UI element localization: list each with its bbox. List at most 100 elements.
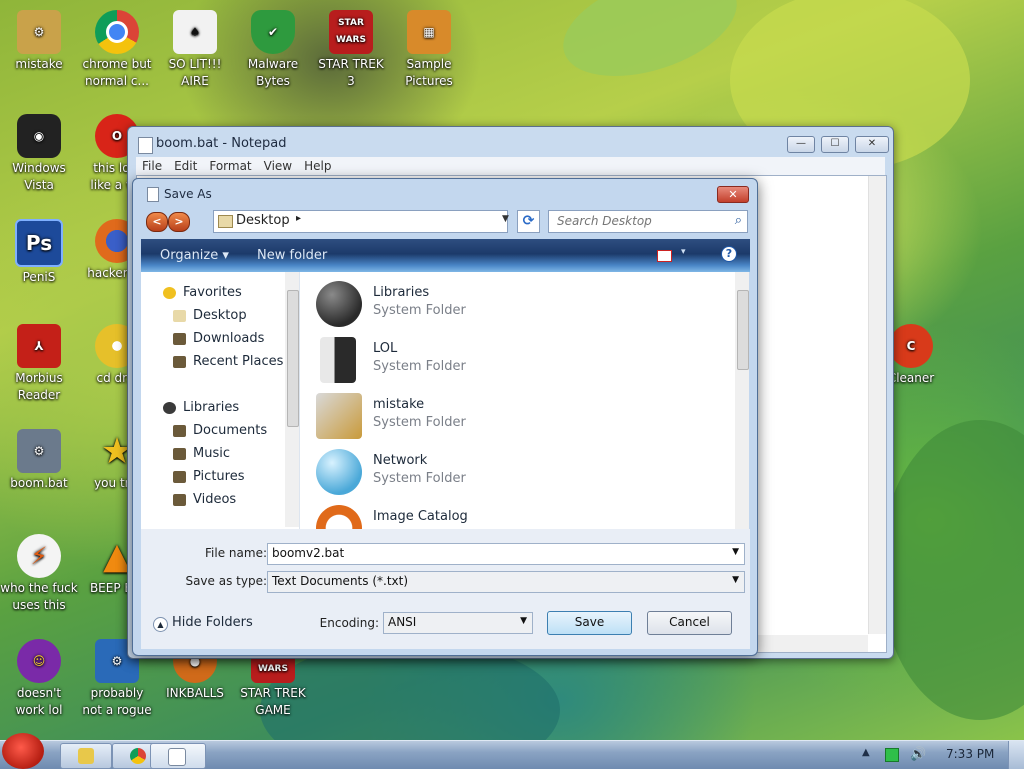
chevron-down-icon[interactable]: ▼ (732, 547, 739, 557)
chevron-down-icon: ▼ (732, 575, 739, 585)
star-icon (163, 287, 176, 299)
chrome-icon (130, 748, 146, 764)
menu-format[interactable]: Format (203, 157, 257, 175)
start-button[interactable] (2, 733, 44, 769)
file-list-scrollbar[interactable] (735, 272, 749, 529)
save-button[interactable]: Save (547, 611, 632, 635)
desktop-icon-windows-vista[interactable]: ◉ Windows Vista (0, 114, 78, 194)
save-as-dialog[interactable]: Save As ✕ < > Desktop ▸ ▼ ⟳ ⌕ Organize ▾… (132, 178, 758, 656)
pictures-folder-icon: ▦ (407, 10, 451, 54)
nav-documents[interactable]: Documents (173, 423, 267, 438)
save-as-type-select[interactable]: Text Documents (*.txt) ▼ (267, 571, 745, 593)
address-text: Desktop (236, 213, 290, 228)
folder-icon (173, 333, 186, 345)
folder-icon (173, 471, 186, 483)
taskbar-notepad-button[interactable] (150, 743, 206, 769)
file-name-field[interactable]: boomv2.bat ▼ (267, 543, 745, 565)
file-name-label: File name: (205, 546, 267, 560)
notepad-icon (138, 137, 153, 154)
folder-tools-icon: ⚙ (17, 10, 61, 54)
notepad-title: boom.bat - Notepad (156, 136, 287, 151)
chevron-down-icon[interactable]: ▼ (502, 214, 509, 224)
nav-pictures[interactable]: Pictures (173, 469, 244, 484)
image-catalog-icon (316, 505, 362, 529)
photoshop-icon: Ps (15, 219, 63, 267)
dialog-icon (147, 187, 159, 202)
tray-expand-icon[interactable]: ▲ (862, 747, 870, 758)
nav-favorites[interactable]: Favorites (163, 285, 242, 300)
nav-desktop[interactable]: Desktop (173, 308, 247, 323)
chevron-down-icon: ▼ (520, 616, 527, 626)
volume-icon[interactable]: 🔊 (910, 747, 926, 762)
minimize-button[interactable]: — (787, 136, 815, 153)
nav-downloads[interactable]: Downloads (173, 331, 264, 346)
winamp-icon: ⚡ (17, 534, 61, 578)
address-bar[interactable]: Desktop ▸ ▼ (213, 210, 509, 233)
breadcrumb-arrow-icon[interactable]: ▸ (296, 213, 301, 224)
dialog-close-button[interactable]: ✕ (717, 186, 749, 203)
hide-folders-button[interactable]: ▲ Hide Folders (153, 615, 253, 632)
taskbar-explorer-button[interactable] (60, 743, 112, 769)
file-item-network[interactable]: Network System Folder (316, 447, 616, 497)
desktop-icon-sample-pictures[interactable]: ▦ Sample Pictures (390, 10, 468, 90)
search-icon[interactable]: ⌕ (735, 213, 742, 228)
menu-help[interactable]: Help (298, 157, 337, 175)
show-desktop-button[interactable] (1008, 741, 1024, 769)
desktop-icon-malwarebytes[interactable]: ✔ Malware Bytes (234, 10, 312, 90)
organize-button[interactable]: Organize ▾ (160, 248, 229, 263)
file-item-image-catalog[interactable]: Image Catalog (316, 503, 616, 529)
help-icon[interactable]: ? (721, 246, 737, 262)
file-item-lol[interactable]: LOL System Folder (316, 335, 616, 385)
close-button[interactable]: ✕ (855, 136, 889, 153)
file-item-mistake[interactable]: mistake System Folder (316, 391, 616, 441)
file-item-libraries[interactable]: Libraries System Folder (316, 279, 616, 329)
folder-icon (173, 310, 186, 322)
scrollbar-thumb[interactable] (737, 290, 749, 370)
desktop-icon-yahoo-messenger[interactable]: ☺ doesn't work lol (0, 639, 78, 719)
folder-icon (173, 356, 186, 368)
encoding-select[interactable]: ANSI ▼ (383, 612, 533, 634)
search-box[interactable]: ⌕ (548, 210, 748, 233)
libraries-icon (163, 402, 176, 414)
dialog-toolbar: Organize ▾ New folder ▾ ? (141, 239, 750, 272)
dialog-footer: File name: boomv2.bat ▼ Save as type: Te… (141, 529, 750, 649)
nav-libraries[interactable]: Libraries (163, 400, 239, 415)
search-input[interactable] (555, 213, 729, 229)
network-icon[interactable] (885, 748, 899, 762)
desktop-icon-mistake[interactable]: ⚙ mistake (0, 10, 78, 73)
folder-icon (173, 425, 186, 437)
scrollbar-thumb[interactable] (287, 290, 299, 427)
menu-edit[interactable]: Edit (168, 157, 203, 175)
navigation-pane: Favorites Desktop Downloads Recent Place… (141, 272, 300, 529)
cards-icon: ♠ (173, 10, 217, 54)
chevron-up-icon: ▲ (153, 617, 168, 632)
chevron-down-icon[interactable]: ▾ (681, 247, 686, 257)
view-options-icon[interactable] (657, 250, 672, 262)
desktop-icon-chrome[interactable]: chrome but normal c... (78, 10, 156, 90)
save-as-type-label: Save as type: (185, 574, 267, 588)
desktop-icon-boom-bat[interactable]: ⚙ boom.bat (0, 429, 78, 492)
folder-icon (218, 215, 233, 228)
desktop-icon-winamp[interactable]: ⚡ who the fuck uses this (0, 534, 78, 614)
vertical-scrollbar[interactable] (868, 176, 886, 634)
dialog-title: Save As (164, 187, 212, 201)
yahoo-messenger-icon: ☺ (17, 639, 61, 683)
forward-button[interactable]: > (168, 212, 190, 232)
menu-view[interactable]: View (258, 157, 298, 175)
wallpaper-leaf (550, 0, 750, 96)
cancel-button[interactable]: Cancel (647, 611, 732, 635)
back-button[interactable]: < (146, 212, 168, 232)
nav-videos[interactable]: Videos (173, 492, 236, 507)
maximize-button[interactable]: ☐ (821, 136, 849, 153)
nav-recent-places[interactable]: Recent Places (173, 354, 283, 369)
refresh-button[interactable]: ⟳ (517, 210, 540, 233)
desktop-icon-photoshop[interactable]: Ps PeniS (0, 219, 78, 286)
menu-file[interactable]: File (136, 157, 168, 175)
nav-scrollbar[interactable] (285, 272, 299, 527)
nav-music[interactable]: Music (173, 446, 230, 461)
desktop-icon-morbius-reader[interactable]: ⅄ Morbius Reader (0, 324, 78, 404)
desktop-icon-star-trek-3[interactable]: STAR WARS STAR TREK 3 (312, 10, 390, 90)
clock[interactable]: 7:33 PM (946, 747, 994, 761)
new-folder-button[interactable]: New folder (257, 248, 327, 263)
desktop-icon-solitaire[interactable]: ♠ SO LIT!!! AIRE (156, 10, 234, 90)
